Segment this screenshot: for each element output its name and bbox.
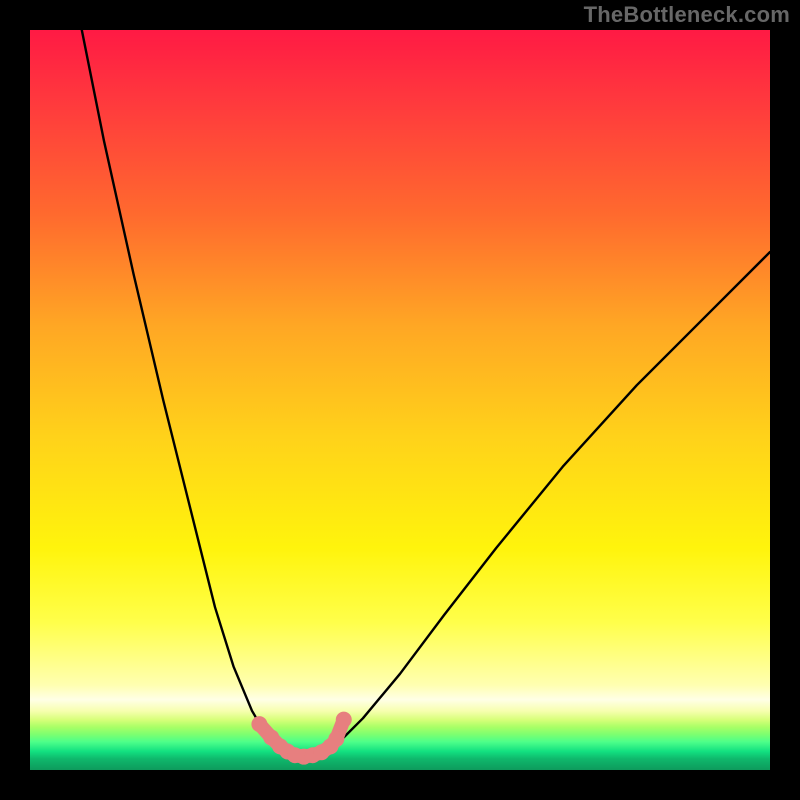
watermark-text: TheBottleneck.com: [584, 2, 790, 28]
highlight-dot: [251, 716, 267, 732]
plot-area: [30, 30, 770, 770]
highlight-dot: [336, 712, 352, 728]
chart-svg: [30, 30, 770, 770]
chart-frame: TheBottleneck.com: [0, 0, 800, 800]
curve-left-branch: [82, 30, 297, 757]
curve-right-branch: [296, 252, 770, 757]
highlight-dot: [328, 731, 344, 747]
